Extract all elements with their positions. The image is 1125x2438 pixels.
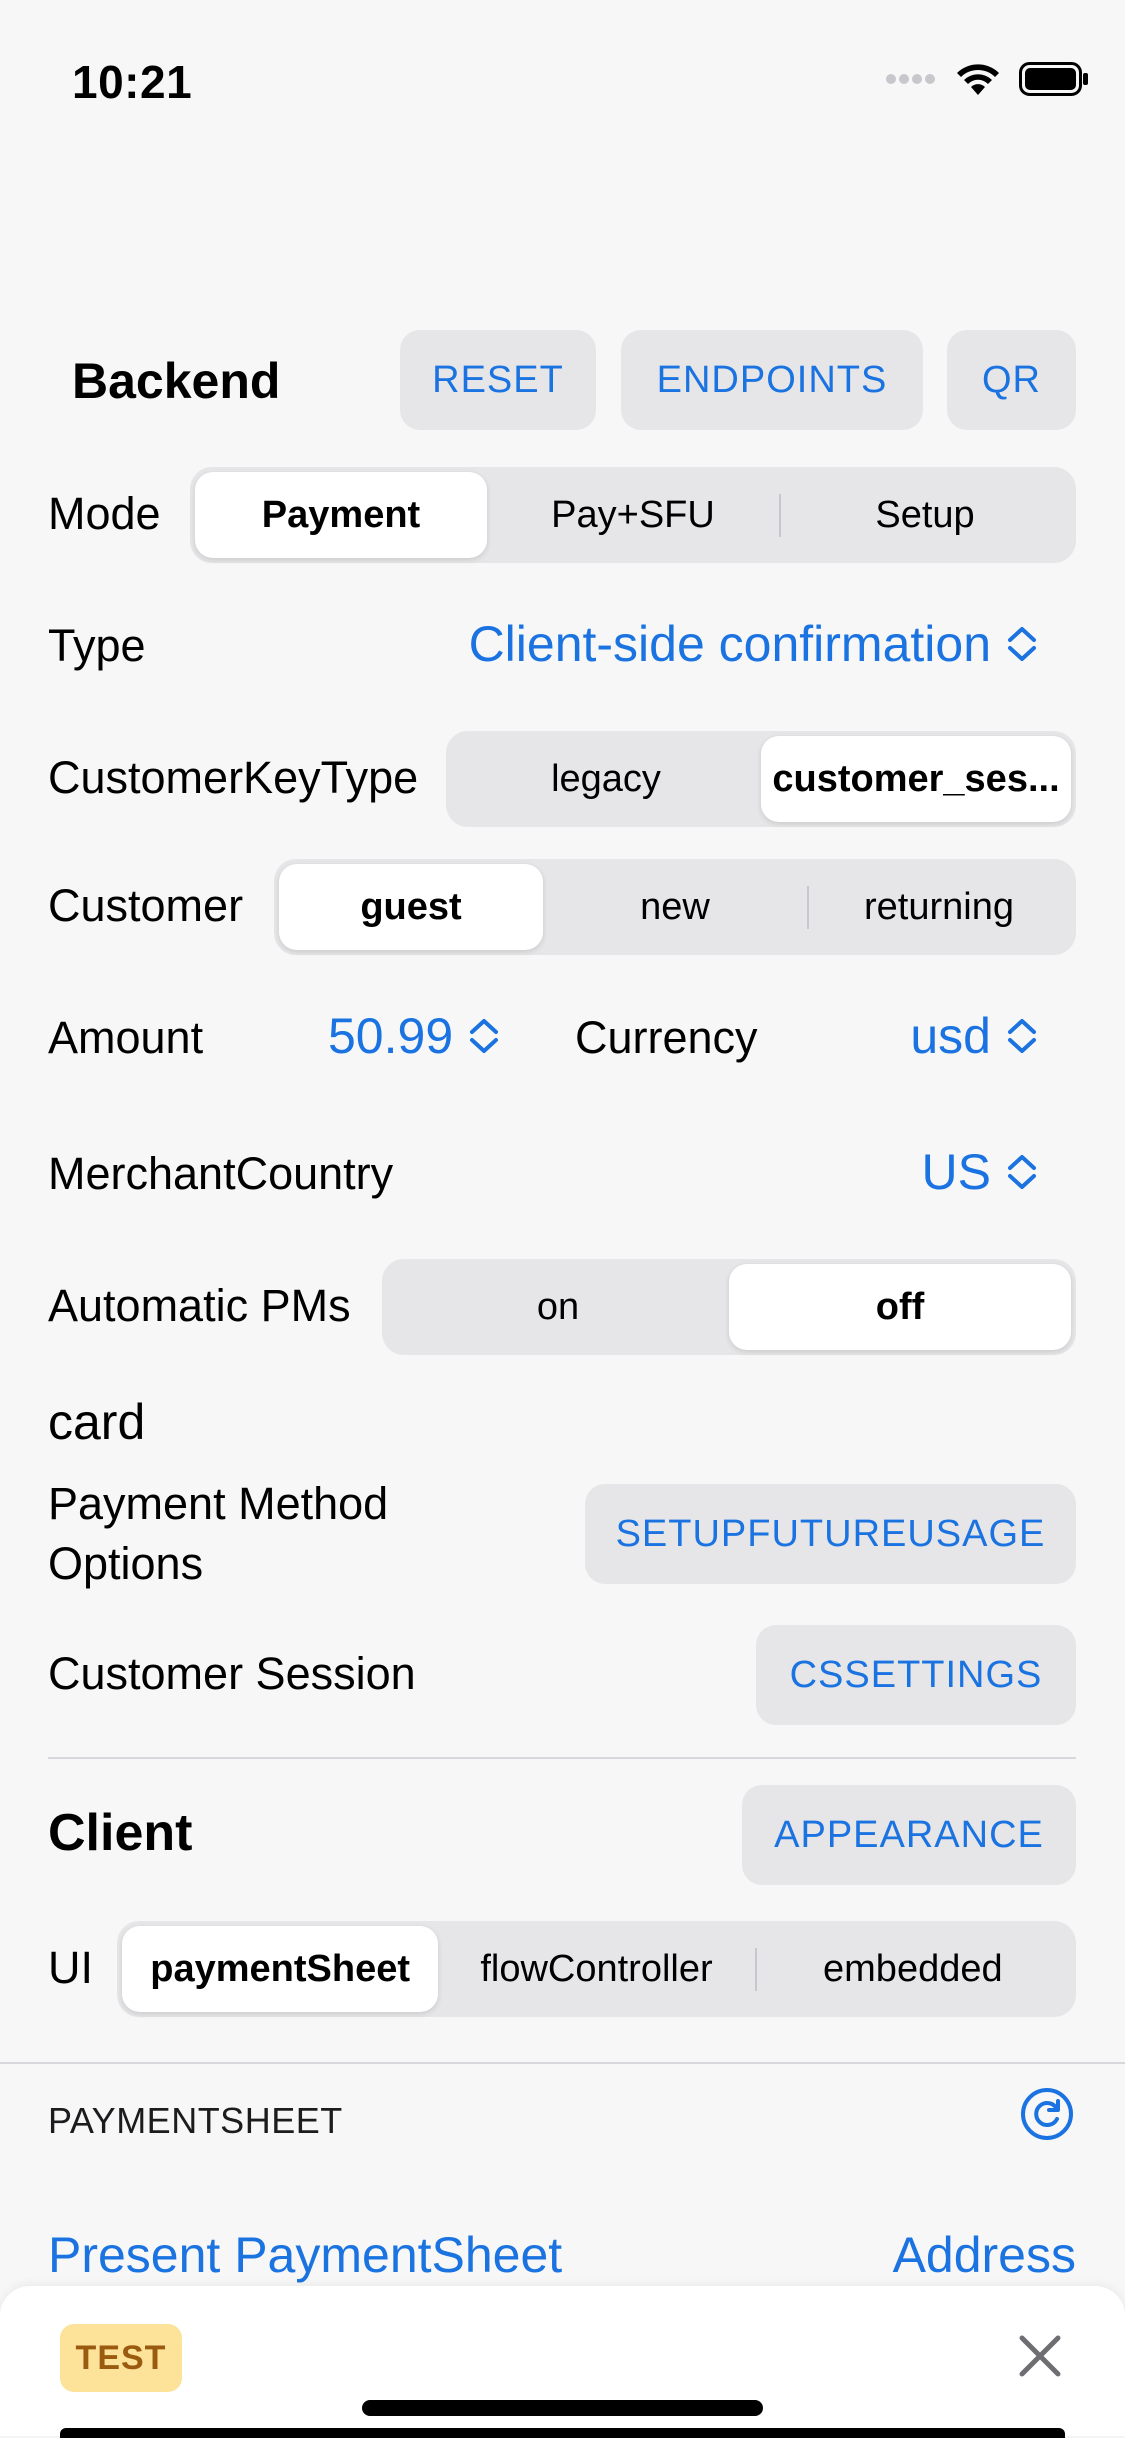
amount-picker[interactable]: 50.99 xyxy=(328,1007,501,1065)
customer-option-returning[interactable]: returning xyxy=(807,864,1071,950)
automatic-pms-label: Automatic PMs xyxy=(48,1280,351,1331)
mode-option-pay-sfu[interactable]: Pay+SFU xyxy=(487,472,779,558)
mode-label: Mode xyxy=(48,488,161,539)
amount-value: 50.99 xyxy=(328,1008,454,1064)
chevron-updown-icon xyxy=(470,1019,499,1053)
bottom-sheet: TEST xyxy=(0,2286,1125,2438)
type-picker-value: Client-side confirmation xyxy=(468,616,991,672)
payment-method-options-label-line2: Options xyxy=(48,1538,204,1589)
automatic-pms-option-off[interactable]: off xyxy=(729,1264,1071,1350)
section-divider xyxy=(0,2062,1125,2064)
ui-segmented-control[interactable]: paymentSheet flowController embedded xyxy=(117,1921,1076,2017)
address-button[interactable]: Address xyxy=(893,2226,1076,2284)
chevron-updown-icon xyxy=(1008,627,1036,661)
refresh-icon[interactable] xyxy=(1020,2087,1074,2141)
currency-value: usd xyxy=(910,1008,991,1064)
mode-segmented-control[interactable]: Payment Pay+SFU Setup xyxy=(190,467,1076,563)
home-indicator xyxy=(362,2400,763,2416)
reset-button[interactable]: RESET xyxy=(400,330,596,430)
customer-key-type-option-customer-session[interactable]: customer_ses... xyxy=(761,736,1071,822)
battery-icon xyxy=(1019,62,1088,96)
currency-picker[interactable]: usd xyxy=(910,1007,1039,1065)
test-badge: TEST xyxy=(60,2324,182,2392)
cellular-icon xyxy=(886,74,935,84)
close-icon[interactable] xyxy=(1018,2334,1062,2378)
endpoints-button[interactable]: ENDPOINTS xyxy=(621,330,923,430)
mode-option-setup[interactable]: Setup xyxy=(779,472,1071,558)
payment-method-options-label-line1: Payment Method xyxy=(48,1478,389,1529)
cs-settings-button[interactable]: CSSETTINGS xyxy=(756,1625,1076,1725)
payment-method-options-label: Payment Method Options xyxy=(48,1474,388,1594)
mode-option-payment[interactable]: Payment xyxy=(195,472,487,558)
appearance-button[interactable]: APPEARANCE xyxy=(742,1785,1076,1885)
customer-session-label: Customer Session xyxy=(48,1648,416,1699)
client-title: Client xyxy=(48,1804,193,1862)
customer-key-type-segmented-control[interactable]: legacy customer_ses... xyxy=(446,731,1076,827)
status-icons xyxy=(885,62,1089,96)
status-time: 10:21 xyxy=(72,56,193,108)
ui-option-embedded[interactable]: embedded xyxy=(754,1926,1071,2012)
divider xyxy=(48,1757,1076,1759)
merchant-country-value: US xyxy=(921,1144,991,1200)
merchant-country-picker[interactable]: US xyxy=(922,1143,1039,1201)
automatic-pms-segmented-control[interactable]: on off xyxy=(382,1259,1076,1355)
setup-future-usage-button[interactable]: SETUPFUTUREUSAGE xyxy=(585,1484,1076,1584)
currency-label: Currency xyxy=(575,1012,758,1063)
amount-label: Amount xyxy=(48,1012,204,1063)
customer-option-guest[interactable]: guest xyxy=(279,864,543,950)
customer-key-type-label: CustomerKeyType xyxy=(48,752,419,803)
paymentsheet-section-header: PAYMENTSHEET xyxy=(48,2100,343,2141)
automatic-pms-option-on[interactable]: on xyxy=(387,1264,729,1350)
ui-option-flow-controller[interactable]: flowController xyxy=(438,1926,754,2012)
qr-button[interactable]: QR xyxy=(947,330,1076,430)
ui-option-payment-sheet[interactable]: paymentSheet xyxy=(122,1926,439,2012)
customer-segmented-control[interactable]: guest new returning xyxy=(274,859,1076,955)
customer-key-type-option-legacy[interactable]: legacy xyxy=(451,736,761,822)
customer-label: Customer xyxy=(48,880,244,931)
customer-option-new[interactable]: new xyxy=(543,864,807,950)
backend-title: Backend xyxy=(72,353,281,409)
ui-label: UI xyxy=(48,1942,93,1993)
chevron-updown-icon xyxy=(1008,1155,1036,1189)
chevron-updown-icon xyxy=(1008,1019,1036,1053)
type-label: Type xyxy=(48,620,146,671)
wifi-icon xyxy=(957,64,999,95)
card-label: card xyxy=(48,1394,146,1450)
present-paymentsheet-button[interactable]: Present PaymentSheet xyxy=(48,2226,562,2284)
test-badge-label: TEST xyxy=(75,2338,167,2377)
type-picker[interactable]: Client-side confirmation xyxy=(469,615,1039,673)
sheet-bottom-edge xyxy=(60,2428,1065,2438)
merchant-country-label: MerchantCountry xyxy=(48,1148,394,1199)
